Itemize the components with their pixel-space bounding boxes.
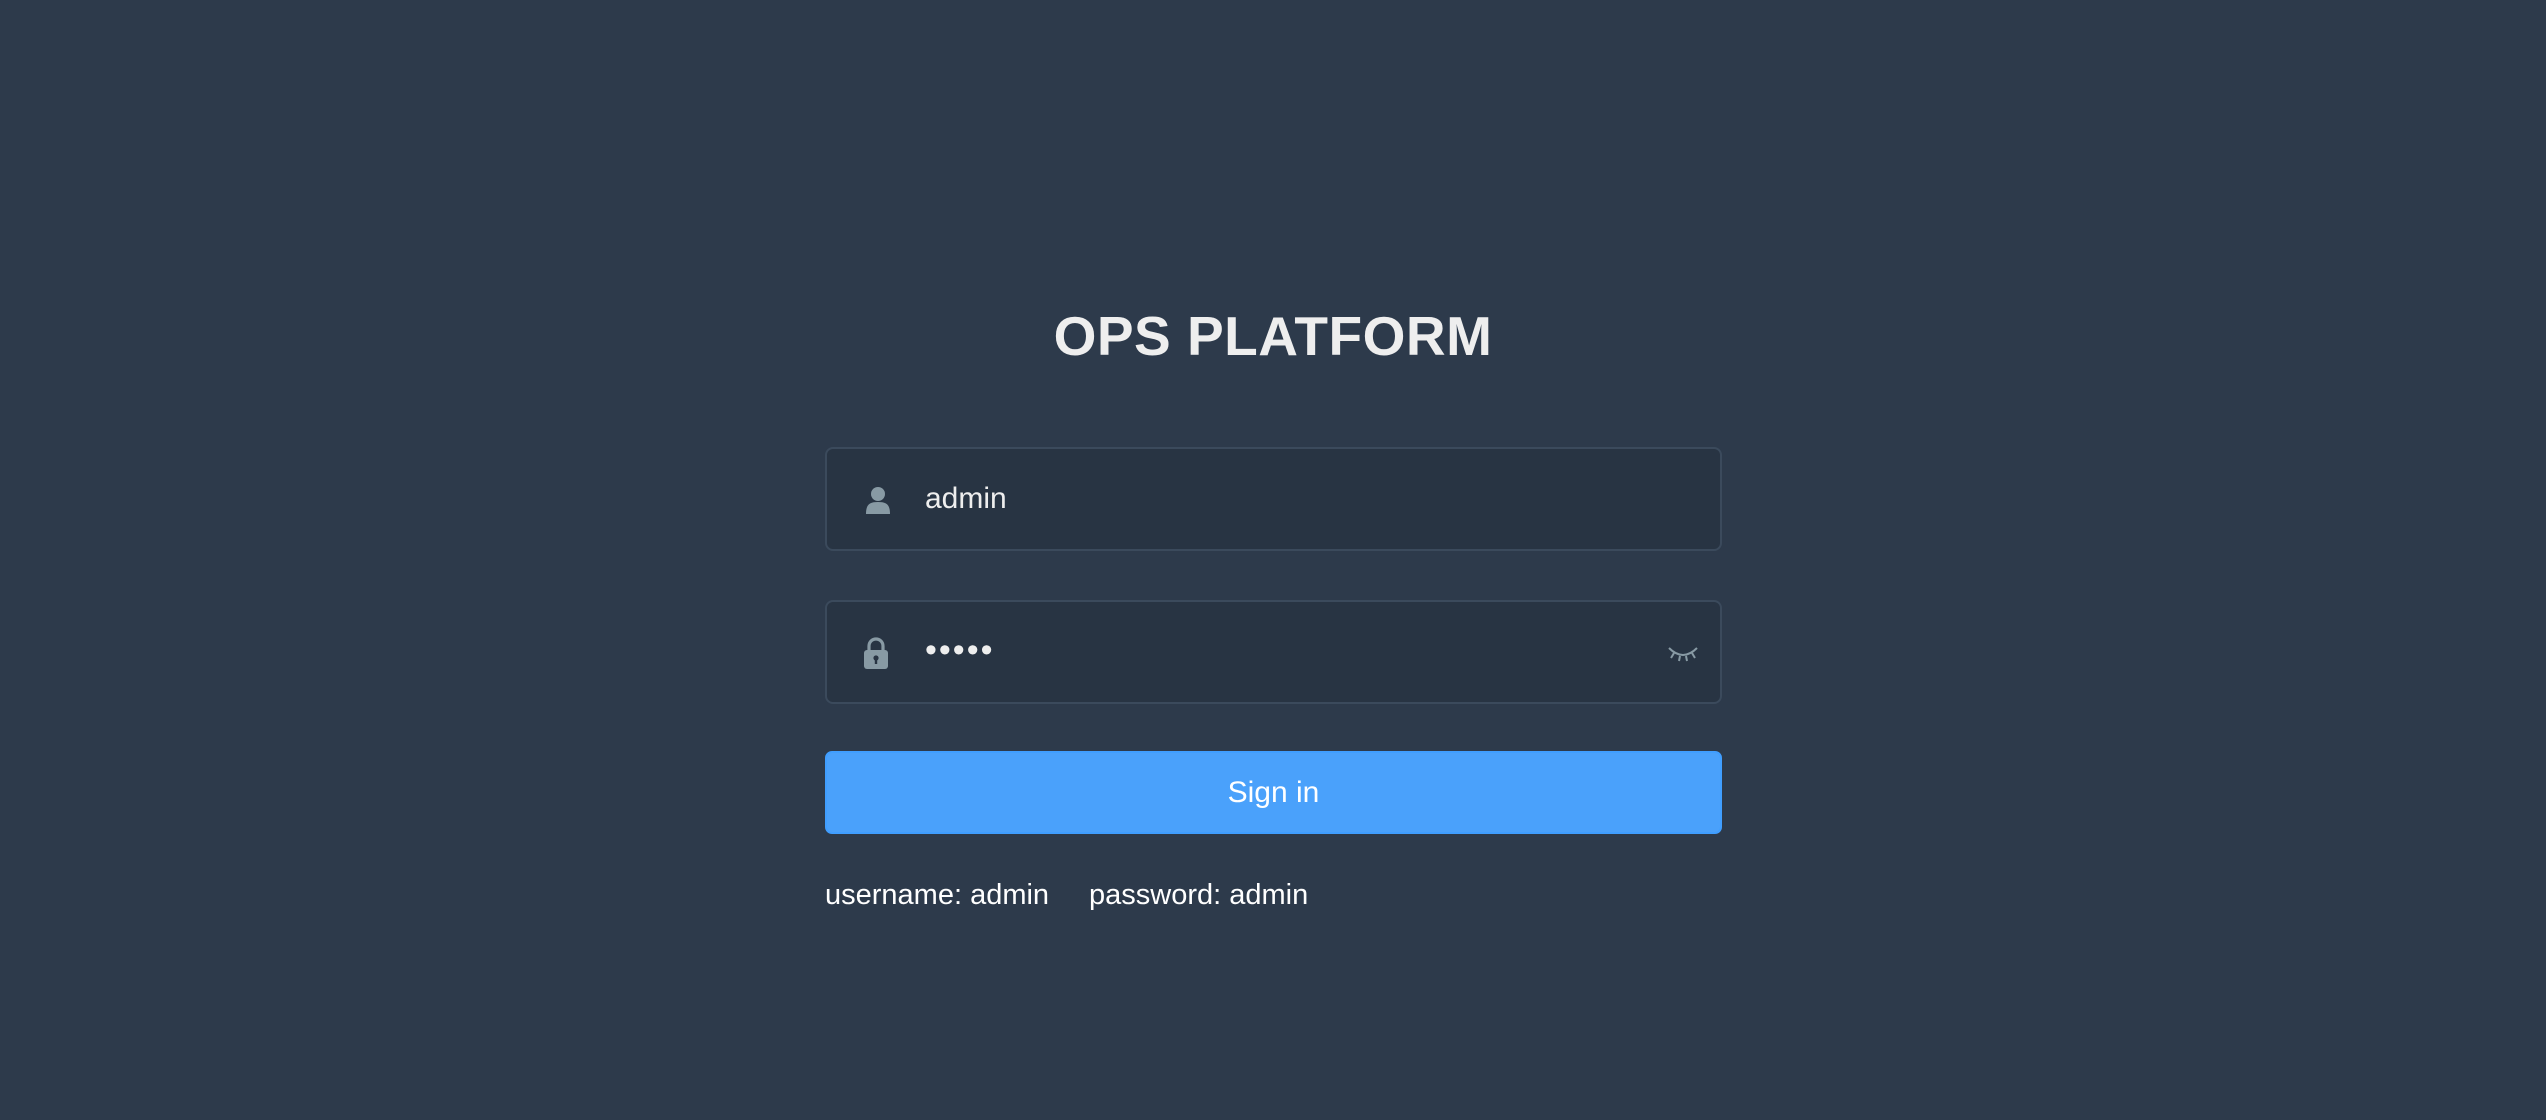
lock-icon <box>859 636 893 670</box>
username-input[interactable]: admin <box>925 449 1640 549</box>
sign-in-button[interactable]: Sign in <box>825 751 1722 834</box>
user-icon <box>861 483 895 517</box>
password-input[interactable]: ••••• <box>925 602 1640 702</box>
login-form: OPS PLATFORM admin ••••• Sign in usernam… <box>0 0 2546 1120</box>
eye-closed-icon[interactable] <box>1666 640 1700 666</box>
username-tip: username: admin <box>825 879 1050 911</box>
page-title: OPS PLATFORM <box>1053 305 1493 367</box>
username-field[interactable]: admin <box>825 447 1722 551</box>
password-field[interactable]: ••••• <box>825 600 1722 704</box>
password-tip: password: admin <box>1089 879 1309 911</box>
